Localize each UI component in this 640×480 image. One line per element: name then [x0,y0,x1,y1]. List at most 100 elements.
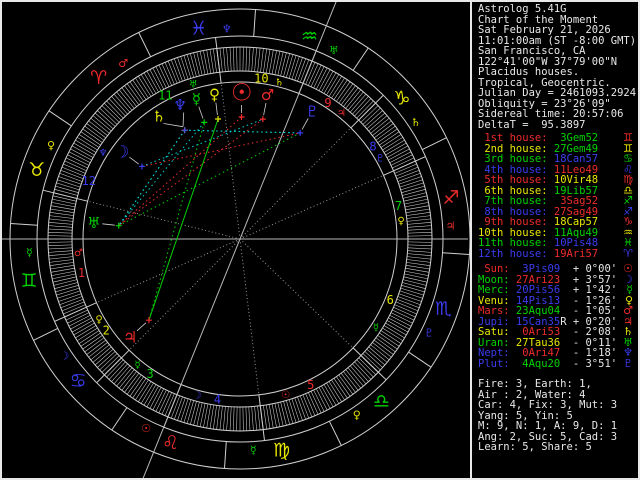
degree-tick [94,348,114,366]
house-12-ruler-neptune-icon: ♆ [99,148,108,159]
degree-tick [113,365,131,385]
degree-tick [364,351,383,368]
degree-tick [248,406,251,431]
virgo-sign-icon: ♍ [273,440,290,462]
house-cusp-band-line-5 [258,394,265,441]
degree-tick [382,327,403,341]
degree-tick [397,296,421,305]
degree-tick [280,52,287,77]
degree-tick [88,342,108,358]
house-label: 3rd house: [478,153,548,165]
planet-row-10: Plut: 4Aqu20 - 3°51' ♇ [478,357,638,370]
degree-tick [49,218,73,222]
degree-tick [196,402,203,427]
sign-cusp-line-12 [253,9,256,37]
house-cusp-spoke-3 [128,238,241,351]
degree-tick [59,296,83,305]
degree-tick [118,89,135,109]
degree-tick [382,137,403,151]
degree-tick [360,105,379,123]
degree-tick [407,218,431,222]
degree-tick [333,79,348,100]
degree-tick [379,332,400,347]
degree-tick [106,100,124,119]
house-cusp-spoke-5 [239,238,260,395]
chart-date: Sat February 21, 2026 [478,24,611,36]
degree-tick [75,139,97,153]
house-cusp-value: 10Vir48 [547,174,599,186]
degree-tick [383,325,405,339]
degree-tick [121,371,137,391]
planet-velocity: + 1°42' [566,284,618,296]
degree-tick [190,401,197,425]
mercury-planet-icon: ☿ [192,90,201,108]
degree-tick [94,112,114,130]
planet-row-9: Nept: 0Ari47 - 1°18' ♆ [478,347,638,359]
degree-tick [47,241,73,243]
degree-tick [321,385,334,408]
planet-position-value: 0Ari53 [509,326,561,338]
degree-tick [380,330,402,344]
degree-tick [236,406,238,432]
degree-tick [135,379,149,401]
degree-tick [92,346,112,363]
neptune-position-marker [181,127,188,134]
degree-tick [402,189,426,196]
degree-tick [209,49,214,74]
degree-tick [126,374,142,395]
planet-velocity: - 3°51' [566,357,618,370]
degree-tick [403,195,428,202]
degree-tick [78,330,100,344]
degree-tick [124,373,140,393]
degree-tick [129,81,144,102]
degree-tick [399,290,423,299]
degree-tick [48,253,73,256]
degree-tick [58,176,82,185]
degree-tick [56,287,80,296]
pisces-ruler-neptune-icon: ♆ [222,22,232,35]
degree-tick [248,47,251,72]
sign-cusp-line-1 [138,32,152,57]
house-label: 5th house: [478,174,548,186]
house-cusp-spoke-11 [220,83,241,240]
degree-tick [113,93,131,113]
degree-tick [233,406,235,431]
degree-tick [257,48,261,72]
jupiter-position-marker [145,317,152,324]
degree-tick [54,189,78,196]
degree-tick [48,222,73,225]
degree-tick [80,131,101,146]
degree-tick [48,244,73,246]
degree-tick [52,195,77,202]
neptune-pointer-line [182,112,185,127]
degree-tick [345,89,362,109]
degree-tick [386,320,409,333]
degree-tick [375,337,396,353]
degree-tick [266,404,271,429]
degree-tick [323,72,337,94]
aries-ruler-mars-icon: ♂ [118,57,128,70]
house-number-8: 8 [369,140,376,154]
house-9-ruler-jupiter-icon: ♃ [337,108,346,119]
degree-tick [352,363,369,382]
astrolog-chart-screen: ☉ ☽ ☿ ♀ ♂ ♃ ♄ ♅ ♆ ♇ 1 ♂ 2 ♀ 3 ☿ 4 ☽ 5 ☉ 6 ☿ 7 ♀ 8 ♇ 9 ♃ 10 ♄ 11 ♅ 12 ♆ ♈ ♂ ♉… [0,0,640,480]
degree-tick [263,405,267,430]
degree-tick [143,384,157,406]
degree-tick [400,287,424,296]
degree-tick [49,262,74,266]
degree-tick [377,128,398,143]
house-label: 1st house: [478,132,548,144]
sign-cusp-line-8 [408,351,432,368]
aries-sign-icon: ♈ [90,67,107,89]
degree-tick [372,342,392,358]
degree-tick [140,74,154,96]
degree-tick [97,110,116,127]
house-row-12: 12th house: 19Ari57 ♈ [478,248,638,260]
sagittarius-ruler-jupiter-icon: ♃ [446,220,456,233]
house-number-11: 11 [158,88,172,102]
capricorn-ruler-saturn-icon: ♄ [411,116,421,129]
degree-tick [356,100,374,119]
house-6-ruler-mercury-icon: ☿ [373,323,379,334]
moon-planet-icon: ☽ [114,143,129,163]
cancer-ruler-moon-icon: ☽ [59,350,69,363]
